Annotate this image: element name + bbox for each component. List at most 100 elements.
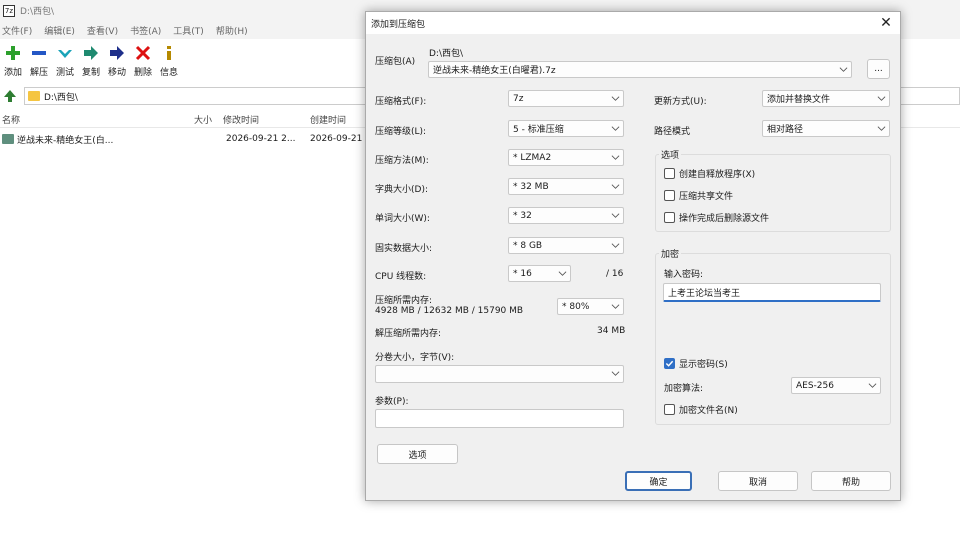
add-label: 添加 <box>3 68 22 78</box>
format-label: 压缩格式(F): <box>375 97 427 107</box>
solid-value: * 8 GB <box>513 240 543 251</box>
check-icon <box>56 44 74 62</box>
solid-combo[interactable]: * 8 GB <box>508 237 624 254</box>
move-arrow-icon <box>108 44 126 62</box>
pathmode-combo[interactable]: 相对路径 <box>762 120 890 137</box>
encrypt-names-label: 加密文件名(N) <box>679 406 738 416</box>
encryption-group-title: 加密 <box>659 247 682 260</box>
chevron-down-icon <box>611 155 620 160</box>
decompmem-value: 34 MB <box>597 326 626 336</box>
format-value: 7z <box>513 93 524 104</box>
checkbox-box <box>664 404 675 415</box>
extract-button[interactable]: 解压 <box>26 39 52 83</box>
enc-method-combo[interactable]: AES-256 <box>791 377 881 394</box>
cpu-combo[interactable]: * 16 <box>508 265 571 282</box>
menu-file[interactable]: 文件(F) <box>2 24 32 37</box>
address-text: D:\西包\ <box>43 92 78 103</box>
sfx-label: 创建自释放程序(X) <box>679 170 756 180</box>
archive-file-icon <box>2 134 14 144</box>
chevron-down-icon <box>611 371 620 376</box>
enc-method-value: AES-256 <box>796 380 834 391</box>
update-value: 添加并替换文件 <box>767 95 831 105</box>
help-button[interactable]: 帮助 <box>811 471 891 491</box>
add-button[interactable]: 添加 <box>0 39 26 83</box>
chevron-down-icon <box>558 271 567 276</box>
add-to-archive-dialog: 添加到压缩包 ✕ 压缩包(A) D:\西包\ 逆战未来-精绝女王(白曜君).7z… <box>365 11 901 501</box>
menu-tools[interactable]: 工具(T) <box>173 24 204 37</box>
ok-button[interactable]: 确定 <box>625 471 692 491</box>
shared-checkbox[interactable]: 压缩共享文件 <box>664 189 733 202</box>
method-combo[interactable]: * LZMA2 <box>508 149 624 166</box>
enc-method-label: 加密算法: <box>664 384 704 394</box>
chevron-down-icon <box>611 213 620 218</box>
7zip-app-icon: 7z <box>3 4 15 17</box>
col-name[interactable]: 名称 <box>2 113 20 126</box>
menu-bookmarks[interactable]: 书签(A) <box>130 24 161 37</box>
split-combo[interactable] <box>375 365 624 383</box>
dict-value: * 32 MB <box>513 181 549 192</box>
split-label: 分卷大小，字节(V): <box>375 353 455 363</box>
checkbox-box <box>664 190 675 201</box>
copy-button[interactable]: 复制 <box>78 39 104 83</box>
fm-title: D:\西包\ <box>20 7 55 17</box>
browse-button[interactable]: ... <box>867 59 890 79</box>
copy-label: 复制 <box>81 68 100 78</box>
chevron-down-icon <box>611 126 620 131</box>
delete-button[interactable]: 删除 <box>130 39 156 83</box>
copy-arrow-icon <box>82 44 100 62</box>
info-label: 信息 <box>159 68 178 78</box>
cpu-value: * 16 <box>513 268 532 279</box>
file-modified: 2026-09-21 2... <box>226 134 296 144</box>
archive-name-combo[interactable]: 逆战未来-精绝女王(白曜君).7z <box>428 61 852 78</box>
info-button[interactable]: 信息 <box>156 39 182 83</box>
shared-label: 压缩共享文件 <box>679 192 734 202</box>
folder-icon <box>27 91 40 101</box>
chevron-down-icon <box>611 304 620 309</box>
chevron-down-icon <box>611 96 620 101</box>
close-icon[interactable]: ✕ <box>878 15 894 31</box>
decompmem-label: 解压缩所需内存: <box>375 329 442 339</box>
encrypt-names-checkbox[interactable]: 加密文件名(N) <box>664 403 738 416</box>
delete-after-label: 操作完成后删除源文件 <box>679 214 770 224</box>
fm-toolbar: 添加 解压 测试 复制 移动 删除 信息 <box>0 39 400 83</box>
params-input[interactable] <box>375 409 624 428</box>
memory-combo[interactable]: * 80% <box>557 298 624 315</box>
delete-x-icon <box>134 44 152 62</box>
sfx-checkbox[interactable]: 创建自释放程序(X) <box>664 167 755 180</box>
pathmode-value: 相对路径 <box>767 125 804 135</box>
password-input[interactable]: 上考王论坛当考王 <box>663 283 881 302</box>
update-combo[interactable]: 添加并替换文件 <box>762 90 890 107</box>
test-button[interactable]: 测试 <box>52 39 78 83</box>
cpu-total: / 16 <box>606 269 624 279</box>
menu-edit[interactable]: 编辑(E) <box>44 24 75 37</box>
word-value: * 32 <box>513 210 532 221</box>
pathmode-label: 路径模式 <box>654 127 691 137</box>
menu-view[interactable]: 查看(V) <box>87 24 118 37</box>
col-size[interactable]: 大小 <box>194 113 212 126</box>
checkbox-box <box>664 212 675 223</box>
options-button[interactable]: 选项 <box>377 444 458 464</box>
plus-icon <box>4 44 22 62</box>
show-password-checkbox[interactable]: 显示密码(S) <box>664 357 728 370</box>
col-created[interactable]: 创建时间 <box>310 113 346 126</box>
level-combo[interactable]: 5 - 标准压缩 <box>508 120 624 137</box>
format-combo[interactable]: 7z <box>508 90 624 107</box>
solid-label: 固实数据大小: <box>375 244 433 254</box>
move-label: 移动 <box>107 68 126 78</box>
archive-name-value: 逆战未来-精绝女王(白曜君).7z <box>433 66 556 76</box>
test-label: 测试 <box>55 68 74 78</box>
menu-help[interactable]: 帮助(H) <box>216 24 248 37</box>
word-combo[interactable]: * 32 <box>508 207 624 224</box>
delete-after-checkbox[interactable]: 操作完成后删除源文件 <box>664 211 769 224</box>
cancel-button[interactable]: 取消 <box>718 471 798 491</box>
file-created: 2026-09-21 <box>310 134 363 144</box>
extract-label: 解压 <box>29 68 48 78</box>
level-value: 5 - 标准压缩 <box>513 125 564 135</box>
dict-combo[interactable]: * 32 MB <box>508 178 624 195</box>
archive-label: 压缩包(A) <box>375 57 416 67</box>
method-value: * LZMA2 <box>513 152 552 163</box>
dict-label: 字典大小(D): <box>375 185 428 195</box>
move-button[interactable]: 移动 <box>104 39 130 83</box>
col-modified[interactable]: 修改时间 <box>223 113 259 126</box>
up-folder-icon[interactable] <box>2 88 18 104</box>
